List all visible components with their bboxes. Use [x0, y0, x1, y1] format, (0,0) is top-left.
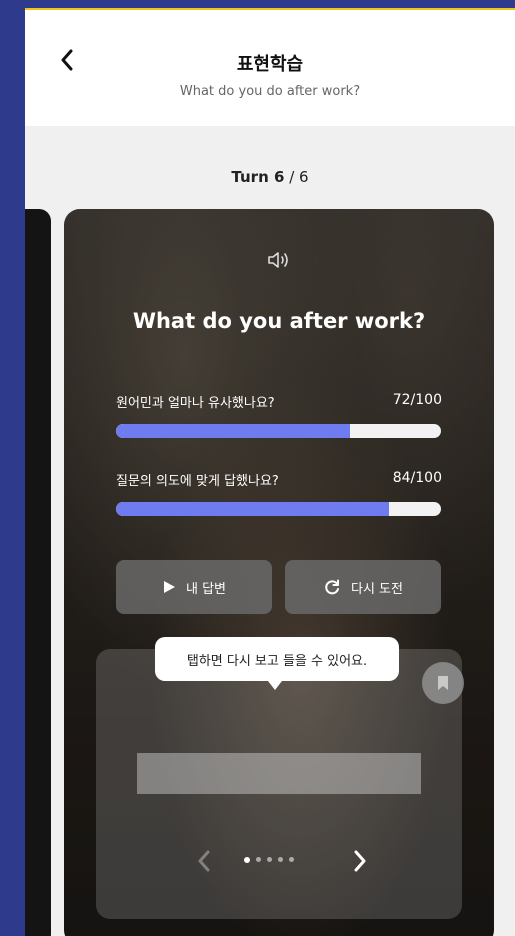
pagination-dot[interactable] [256, 857, 261, 862]
hidden-sentence-placeholder [137, 753, 421, 794]
speaker-icon [268, 252, 288, 268]
my-answer-button[interactable]: 내 답변 [116, 560, 272, 614]
bookmark-button[interactable] [422, 662, 464, 704]
similarity-score: 72/100 [392, 392, 442, 408]
intent-label: 질문의 의도에 맞게 답했나요? [116, 474, 279, 489]
play-icon [163, 581, 175, 593]
prev-button[interactable] [192, 849, 216, 873]
pagination-dot[interactable] [278, 857, 283, 862]
tooltip-tail [268, 681, 282, 690]
retry-icon [325, 579, 339, 595]
previous-card-edge[interactable] [25, 209, 51, 936]
page-title: 표현학습 [236, 54, 304, 75]
speaker-button[interactable] [64, 249, 494, 271]
chevron-right-icon [354, 850, 366, 872]
my-answer-label: 내 답변 [185, 581, 226, 597]
bookmark-icon [438, 676, 448, 690]
next-button[interactable] [348, 849, 372, 873]
similarity-label: 원어민과 얼마나 유사했나요? [116, 396, 275, 411]
header: 표현학습 What do you do after work? [25, 10, 515, 126]
pagination-dot[interactable] [267, 857, 272, 862]
similarity-bar [116, 424, 441, 438]
question-text: What do you after work? [132, 309, 426, 333]
pagination-dot[interactable] [244, 857, 250, 863]
intent-bar-fill [116, 502, 389, 516]
turn-indicator: Turn 6 / 6 [25, 168, 515, 186]
intent-bar [116, 502, 441, 516]
chevron-left-icon [198, 850, 210, 872]
retry-button[interactable]: 다시 도전 [285, 560, 441, 614]
turn-total: / 6 [284, 168, 309, 186]
intent-score: 84/100 [392, 470, 442, 486]
page-subtitle: What do you do after work? [179, 84, 361, 99]
hint-tooltip-text: 탭하면 다시 보고 들을 수 있어요. [186, 653, 368, 669]
pagination-dots [244, 857, 294, 863]
similarity-bar-fill [116, 424, 350, 438]
pagination-dot[interactable] [289, 857, 294, 862]
app-frame: 표현학습 What do you do after work? Turn 6 /… [25, 10, 515, 936]
turn-card: What do you after work? 원어민과 얼마나 유사했나요? … [64, 209, 494, 936]
hint-tooltip: 탭하면 다시 보고 들을 수 있어요. [155, 637, 399, 690]
retry-label: 다시 도전 [351, 581, 403, 597]
turn-current: Turn 6 [231, 168, 285, 186]
